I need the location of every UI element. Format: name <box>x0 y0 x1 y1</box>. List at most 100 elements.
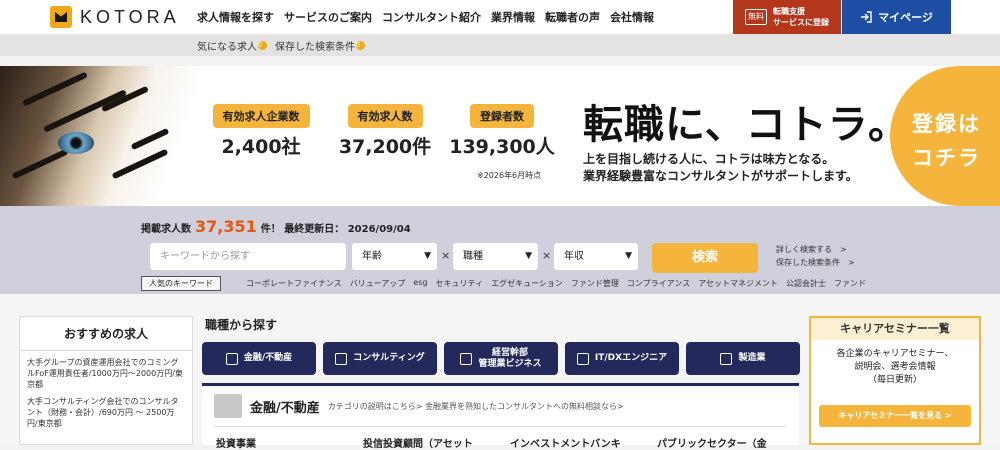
category-label: 経営幹部 管理業ビジネス <box>478 347 542 369</box>
logo[interactable]: KOTORA <box>50 6 180 28</box>
recommended-job-item[interactable]: 大手グループの資産運用会社でのコミングルFoF運用責任者/1000万円〜2000… <box>20 351 192 390</box>
caret-down-icon: ▼ <box>525 251 532 261</box>
category-panel: 金融/不動産 カテゴリの説明はこちら> 金融業界を熟知したコンサルタントへの無料… <box>202 383 799 450</box>
advanced-search-link[interactable]: 詳しく検索する > <box>776 244 847 255</box>
login-icon <box>861 11 872 23</box>
category-finance[interactable]: 金融/不動産 <box>202 342 316 375</box>
register-button[interactable]: 無料 転職支援 サービスに登録 <box>733 0 841 34</box>
signup-line2: コチラ <box>912 146 981 170</box>
keyword-tag[interactable]: esg <box>413 278 427 289</box>
coins-icon <box>225 352 238 365</box>
chart-icon <box>460 352 473 365</box>
nav-job-search[interactable]: 求人情報を探す <box>197 9 274 25</box>
hero-banner: 有効求人企業数 2,400社 有効求人数 37,200件 登録者数 139,30… <box>0 66 1000 206</box>
signup-line1: 登録は <box>912 112 981 136</box>
category-executive[interactable]: 経営幹部 管理業ビジネス <box>444 342 558 375</box>
career-seminar-box: キャリアセミナー一覧 各企業のキャリアセミナー、 説明会、選考会情報 （毎日更新… <box>809 316 981 445</box>
tools-icon <box>576 352 589 365</box>
caret-down-icon: ▼ <box>424 251 431 261</box>
main-nav: 求人情報を探す サービスのご案内 コンサルタント紹介 業界情報 転職者の声 会社… <box>197 9 654 25</box>
logo-text: KOTORA <box>80 6 180 27</box>
panel-description-link[interactable]: カテゴリの説明はこちら> 金融業界を熟知したコンサルタントへの無料相談なら> <box>328 401 624 412</box>
age-select[interactable]: 年齢 ▼ <box>352 243 437 270</box>
hero-subtext-1: 上を目指し続ける人に、コトラは味方となる。 <box>583 152 835 166</box>
stat-label: 有効求人企業数 <box>212 104 310 128</box>
saved-search-label: 保存した検索条件 <box>275 42 355 53</box>
subcategory-link[interactable]: 投資事業 <box>216 435 363 450</box>
recommended-job-item[interactable]: 大手コンサルティング会社でのコンサルタント（財務・会計）/690万円 〜 250… <box>20 390 192 429</box>
job-count-prefix: 掲載求人数 <box>141 224 191 235</box>
category-it[interactable]: IT/DXエンジニア <box>565 342 679 375</box>
caret-down-icon: ▼ <box>625 251 632 261</box>
category-title: 職種から探す <box>205 318 278 332</box>
seminar-list-button[interactable]: キャリアセミナー一覧を見る > <box>819 405 971 427</box>
keyword-tag[interactable]: ファンド管理 <box>571 278 619 289</box>
subcategory-link[interactable]: インベストメントバンキ <box>510 435 657 450</box>
keyword-input[interactable] <box>150 243 346 270</box>
job-count-suffix: 件！ 最終更新日： 2026/09/04 <box>260 224 411 235</box>
search-section: 掲載求人数 37,351 件！ 最終更新日： 2026/09/04 年齢 ▼ ×… <box>0 206 1000 294</box>
seminar-desc-3: （毎日更新） <box>867 375 922 385</box>
search-button[interactable]: 検索 <box>652 243 758 273</box>
times-icon: × <box>441 249 451 262</box>
category-label: 金融/不動産 <box>243 353 293 363</box>
nav-consultants[interactable]: コンサルタント紹介 <box>382 9 481 25</box>
signup-button[interactable]: 登録は コチラ <box>890 66 1000 206</box>
sub-bar: 気になる求人 0 保存した検索条件 0 <box>0 34 1000 56</box>
header: KOTORA 求人情報を探す サービスのご案内 コンサルタント紹介 業界情報 転… <box>0 0 1000 34</box>
keyword-tag[interactable]: コーポレートファイナンス <box>246 278 342 289</box>
favorite-jobs-label: 気になる求人 <box>197 42 257 53</box>
saved-search-link[interactable]: 保存した検索条件 0 <box>275 38 365 53</box>
age-select-value: 年齢 <box>362 251 382 262</box>
job-type-select[interactable]: 職種 ▼ <box>453 243 538 270</box>
keyword-tag[interactable]: アセットマネジメント <box>698 278 778 289</box>
favorite-jobs-link[interactable]: 気になる求人 0 <box>197 38 267 53</box>
seminar-title: キャリアセミナー一覧 <box>811 318 979 340</box>
money-icon <box>214 394 242 418</box>
nav-voices[interactable]: 転職者の声 <box>545 9 600 25</box>
main-content: おすすめの求人 大手グループの資産運用会社でのコミングルFoF運用責任者/100… <box>0 294 1000 450</box>
saved-count-badge: 0 <box>356 41 365 50</box>
subcategory-link[interactable]: パブリックセクター（金 <box>657 435 804 450</box>
recommended-title: おすすめの求人 <box>20 317 192 351</box>
keyword-tag[interactable]: ファンド <box>834 278 866 289</box>
keyword-tag[interactable]: エグゼキューション <box>491 278 563 289</box>
hero-catchphrase: 転職に、コトラ。 <box>583 102 909 148</box>
tiger-logo-icon <box>50 6 72 28</box>
stat-label: 登録者数 <box>470 104 534 128</box>
favorite-count-badge: 0 <box>258 41 267 50</box>
register-line1: 転職支援 <box>773 7 805 16</box>
hero-subtext-2: 業界経験豊富なコンサルタントがサポートします。 <box>583 169 858 183</box>
category-buttons: 金融/不動産 コンサルティング 経営幹部 管理業ビジネス IT/DXエンジニア … <box>202 342 800 375</box>
keyword-tag[interactable]: バリューアップ <box>350 278 406 289</box>
stat-label: 有効求人数 <box>347 104 423 128</box>
factory-icon <box>720 352 733 365</box>
job-count-number: 37,351 <box>195 217 257 236</box>
category-consulting[interactable]: コンサルティング <box>323 342 437 375</box>
free-badge: 無料 <box>745 9 767 25</box>
salary-select[interactable]: 年収 ▼ <box>554 243 638 270</box>
nav-services[interactable]: サービスのご案内 <box>284 9 372 25</box>
monitor-icon <box>335 352 348 365</box>
tiger-eye <box>58 132 94 154</box>
category-manufacturing[interactable]: 製造業 <box>686 342 800 375</box>
keyword-tag[interactable]: セキュリティ <box>436 278 484 289</box>
job-type-select-value: 職種 <box>463 251 483 262</box>
job-count: 掲載求人数 37,351 件！ 最終更新日： 2026/09/04 <box>141 217 411 236</box>
mypage-button[interactable]: マイページ <box>842 0 951 34</box>
saved-search-conditions-link[interactable]: 保存した検索条件 > <box>776 257 855 268</box>
stat-registrants: 登録者数 139,300人 <box>447 104 557 159</box>
nav-industry[interactable]: 業界情報 <box>491 9 535 25</box>
stat-value: 37,200件 <box>338 136 432 158</box>
mypage-label: マイページ <box>878 11 933 24</box>
keyword-tag[interactable]: 公認会計士 <box>786 278 826 289</box>
as-of-note: ※2026年6月時点 <box>477 171 542 180</box>
subcategory-link[interactable]: 投信投資顧問（アセット <box>363 435 510 450</box>
stat-value: 2,400社 <box>221 136 301 158</box>
nav-company[interactable]: 会社情報 <box>610 9 654 25</box>
seminar-desc-2: 説明会、選考会情報 <box>854 362 936 372</box>
times-icon: × <box>542 249 552 262</box>
keyword-tag[interactable]: コンプライアンス <box>627 278 690 289</box>
stat-value: 139,300人 <box>449 136 555 158</box>
salary-select-value: 年収 <box>564 251 584 262</box>
